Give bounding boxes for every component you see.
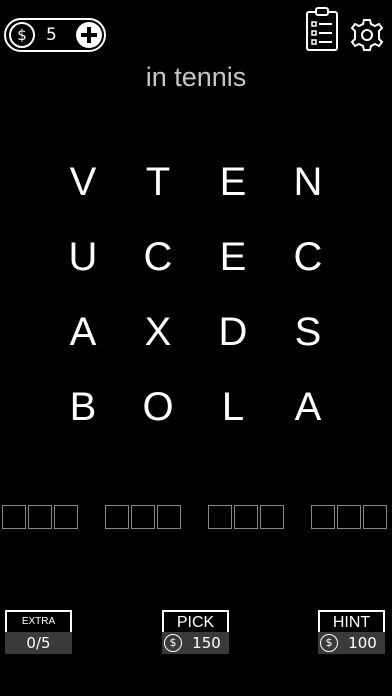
extra-words-count: 0/5 <box>5 632 72 654</box>
answer-slot <box>363 505 387 529</box>
coin-balance[interactable]: $ 5 <box>4 18 106 52</box>
answer-slot <box>28 505 52 529</box>
extra-words-label: EXTRA WORDS <box>5 610 72 647</box>
letter-tile[interactable]: S <box>278 302 338 362</box>
add-coins-icon[interactable] <box>76 22 102 48</box>
answer-slot <box>54 505 78 529</box>
hint-cost-value: 100 <box>348 634 377 652</box>
hint-cost: $ 100 <box>318 632 385 654</box>
coin-count: 5 <box>46 25 57 45</box>
letter-tile[interactable]: X <box>128 302 188 362</box>
extra-words-button[interactable]: EXTRA WORDS 0/5 <box>5 610 72 654</box>
pick-button[interactable]: PICK $ 150 <box>162 610 229 654</box>
pick-label: PICK <box>162 610 229 632</box>
letter-tile[interactable]: T <box>128 152 188 212</box>
hint-button[interactable]: HINT $ 100 <box>318 610 385 654</box>
coin-icon: $ <box>164 634 182 652</box>
clipboard-icon[interactable] <box>305 6 339 52</box>
answer-slot <box>311 505 335 529</box>
answer-slot <box>234 505 258 529</box>
coin-icon: $ <box>320 634 338 652</box>
letter-tile[interactable]: C <box>278 227 338 287</box>
letter-tile[interactable]: D <box>203 302 263 362</box>
letter-tile[interactable]: O <box>128 377 188 437</box>
coin-icon: $ <box>9 22 35 48</box>
answer-slots <box>0 505 392 531</box>
answer-slot <box>131 505 155 529</box>
letter-tile[interactable]: E <box>203 227 263 287</box>
letter-tile[interactable]: A <box>53 302 113 362</box>
clue-text: in tennis <box>145 62 247 92</box>
answer-slot <box>337 505 361 529</box>
answer-slot <box>208 505 232 529</box>
hint-label: HINT <box>318 610 385 632</box>
letter-tile[interactable]: C <box>128 227 188 287</box>
letter-tile[interactable]: U <box>53 227 113 287</box>
gear-icon[interactable] <box>350 18 384 52</box>
letter-tile[interactable]: E <box>203 152 263 212</box>
answer-slot <box>105 505 129 529</box>
answer-slot <box>157 505 181 529</box>
letter-tile[interactable]: L <box>203 377 263 437</box>
pick-cost-value: 150 <box>192 634 221 652</box>
letter-tile[interactable]: A <box>278 377 338 437</box>
pick-cost: $ 150 <box>162 632 229 654</box>
answer-slot <box>260 505 284 529</box>
letter-tile[interactable]: V <box>53 152 113 212</box>
letter-tile[interactable]: N <box>278 152 338 212</box>
letter-grid: V T E N U C E C A X D S B O L A <box>44 148 348 448</box>
answer-slot <box>2 505 26 529</box>
letter-tile[interactable]: B <box>53 377 113 437</box>
